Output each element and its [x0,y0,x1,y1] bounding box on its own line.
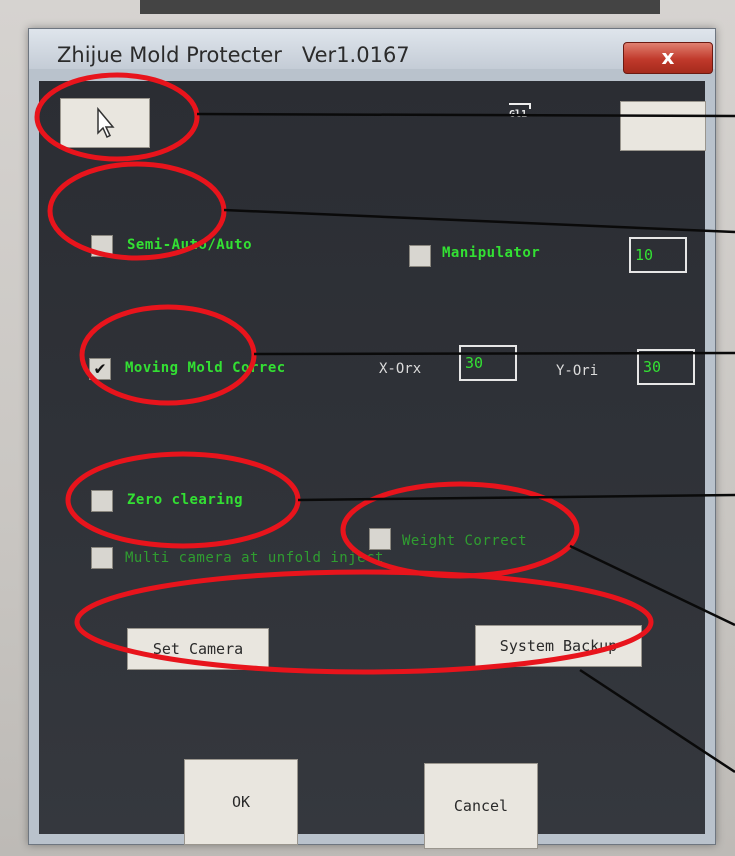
annotation-ellipse-pointer [34,72,200,162]
annotation-line-2 [223,208,735,234]
annotation-ellipse-moving-mold [79,304,257,406]
annotation-ellipse-semi-auto [47,161,227,261]
annotation-line-6 [579,668,735,774]
annotation-line-1 [196,112,735,118]
annotation-overlay [34,72,735,774]
annotation-line-5 [569,544,735,627]
annotation-ellipse-buttons [74,569,654,675]
annotation-line-4 [297,493,735,502]
annotation-line-3 [253,351,735,356]
annotation-ellipse-zero-clearing [65,451,301,549]
